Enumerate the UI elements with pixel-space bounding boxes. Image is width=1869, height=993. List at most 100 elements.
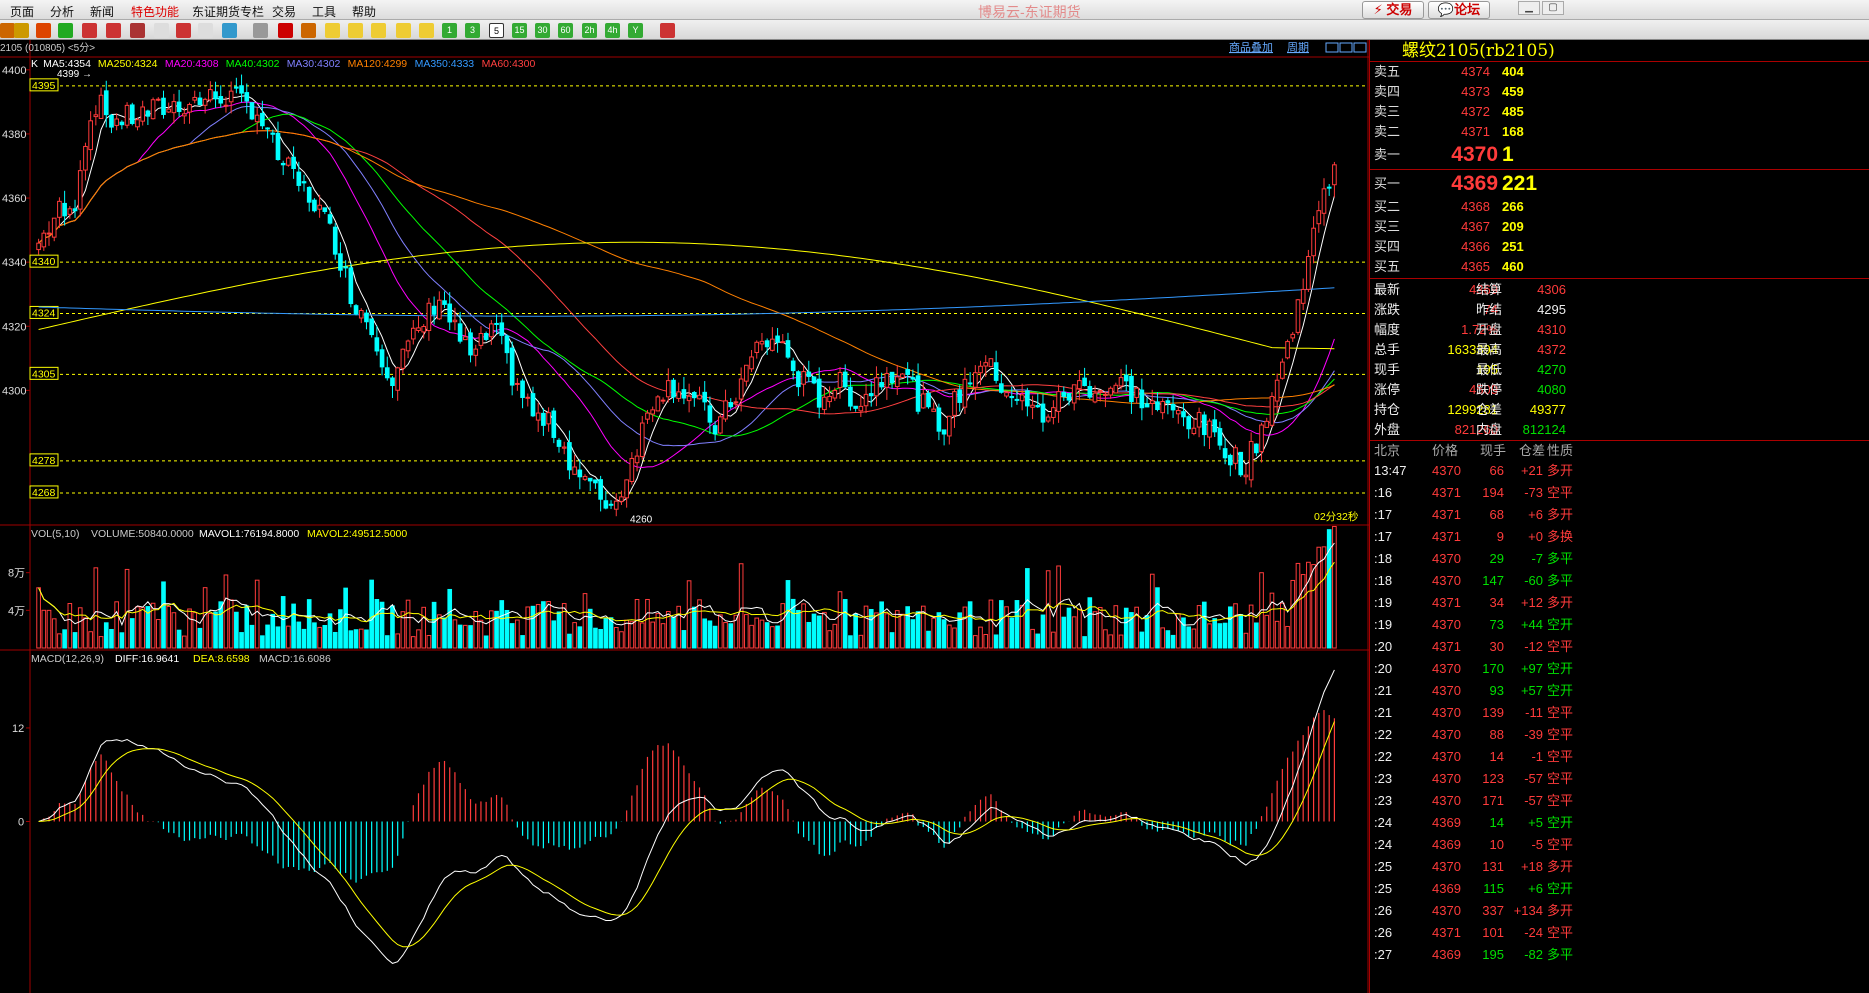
candle-body (842, 371, 848, 388)
ask-1-row[interactable]: 卖一 4370 1 (1370, 142, 1869, 168)
overlay-link[interactable]: 商品叠加 (1229, 40, 1273, 54)
volume-bar (749, 624, 754, 649)
zoom-out-icon[interactable] (1325, 42, 1339, 53)
menu-item-trade[interactable]: 交易 (272, 3, 296, 20)
ask-row[interactable]: 卖五 4374 404 (1370, 62, 1869, 82)
zoom-in-icon[interactable] (1353, 42, 1367, 53)
year-icon[interactable] (419, 23, 434, 38)
volume-bar (1066, 607, 1072, 649)
fit-icon[interactable] (1339, 42, 1353, 53)
volume-bar (353, 629, 359, 649)
line-chart-icon[interactable] (278, 23, 293, 38)
candle-body (775, 335, 780, 343)
volume-bar (1061, 616, 1067, 649)
volume-bar (884, 613, 890, 649)
ma-label: MA30:4302 (287, 58, 341, 70)
candle-body (1025, 390, 1030, 407)
open-icon[interactable] (14, 23, 29, 38)
candle-body (712, 425, 718, 435)
minimize-icon[interactable]: ▁ (1518, 1, 1540, 15)
volume-bar (1045, 570, 1051, 649)
quote-icon[interactable] (36, 23, 51, 38)
stat-row: 现手 195 最低 4270 (1370, 360, 1869, 380)
tick-time: :24 (1374, 815, 1393, 830)
ask-price: 4372 (1461, 104, 1490, 119)
calc-icon[interactable] (660, 23, 675, 38)
period-60-button[interactable]: 60 (558, 23, 573, 38)
menu-item-analysis[interactable]: 分析 (50, 3, 74, 20)
tick-nature: 多开 (1547, 903, 1574, 918)
candle-body (967, 382, 973, 385)
candle-body (208, 89, 213, 101)
period-link[interactable]: 周期 (1287, 41, 1309, 54)
bid-row[interactable]: 买二 4368 266 (1370, 197, 1869, 217)
period-1-button[interactable]: 1 (442, 23, 457, 38)
stat-row: 总手 1633394 最高 4372 (1370, 340, 1869, 360)
candle-body (306, 186, 312, 203)
period-15-button[interactable]: 15 (512, 23, 527, 38)
candle-body (1051, 407, 1056, 418)
bid-row[interactable]: 买五 4365 460 (1370, 257, 1869, 277)
tick-row: :19 4370 73 +44 空开 (1370, 614, 1869, 636)
menu-item-column[interactable]: 东证期货专栏 (192, 3, 264, 20)
period-year-button[interactable]: Y (628, 23, 643, 38)
quarter-icon[interactable] (396, 23, 411, 38)
menu-item-tools[interactable]: 工具 (312, 3, 336, 20)
volume-bar (999, 600, 1004, 649)
period-3-button[interactable]: 3 (465, 23, 480, 38)
stat-row: 最新 4369 结算 4306 (1370, 280, 1869, 300)
draw-icon[interactable] (130, 23, 145, 38)
table-icon[interactable] (253, 23, 268, 38)
bid-row[interactable]: 买三 4367 209 (1370, 217, 1869, 237)
zoom-out-icon[interactable] (106, 23, 121, 38)
stat-value: 812124 (1522, 422, 1566, 437)
ask-row[interactable]: 卖三 4372 485 (1370, 102, 1869, 122)
tick-time: :22 (1374, 749, 1393, 764)
candle-body (978, 365, 983, 374)
maximize-icon[interactable]: ▢ (1542, 1, 1564, 15)
refresh-icon[interactable] (58, 23, 73, 38)
candle-body (1149, 400, 1155, 404)
candle-body (593, 479, 598, 484)
vol-header-label: MAVOL2:49512.5000 (307, 528, 407, 540)
menu-item-news[interactable]: 新闻 (90, 3, 114, 20)
period-4h-button[interactable]: 4h (605, 23, 620, 38)
tick-chart-icon[interactable] (301, 23, 316, 38)
filter-icon[interactable] (198, 23, 213, 38)
candle-body (114, 118, 119, 126)
back-icon[interactable] (0, 23, 15, 38)
candle-body (1165, 400, 1171, 404)
stat-label: 涨跌 (1374, 302, 1401, 317)
forum-button[interactable]: 💬论坛 (1428, 1, 1490, 19)
period-2h-button[interactable]: 2h (582, 23, 597, 38)
menu-item-features[interactable]: 特色功能 (131, 3, 179, 20)
candle-body (150, 99, 156, 120)
tick-oi-change: -1 (1531, 749, 1543, 764)
indicator-icon[interactable] (176, 23, 191, 38)
tick-volume: 139 (1482, 705, 1504, 720)
period-5-button[interactable]: 5 (489, 23, 504, 38)
tick-nature: 空平 (1547, 771, 1574, 786)
eraser-icon[interactable] (154, 23, 169, 38)
bid-row[interactable]: 买四 4366 251 (1370, 237, 1869, 257)
month-icon[interactable] (371, 23, 386, 38)
bid-1-row[interactable]: 买一 4369 221 (1370, 171, 1869, 197)
ma-label: MA120:4299 (348, 58, 408, 70)
new-icon[interactable] (222, 23, 237, 38)
ask-label: 卖三 (1374, 104, 1401, 119)
ask-row[interactable]: 卖四 4373 459 (1370, 82, 1869, 102)
ask-row[interactable]: 卖二 4371 168 (1370, 122, 1869, 142)
zoom-in-icon[interactable] (82, 23, 97, 38)
week-icon[interactable] (348, 23, 363, 38)
day-icon[interactable] (325, 23, 340, 38)
kline-chart[interactable]: 2105 (010805) <5分> 商品叠加 周期K MA5:4354 MA250:4… (0, 40, 1369, 993)
tick-row: :26 4370 337 +134 多开 (1370, 900, 1869, 922)
period-30-button[interactable]: 30 (535, 23, 550, 38)
tick-oi-change: +21 (1520, 463, 1543, 478)
menu-item-help[interactable]: 帮助 (352, 3, 376, 20)
candle-body (572, 466, 577, 475)
trade-button[interactable]: ⚡ 交易 (1362, 1, 1424, 19)
candle-body (483, 333, 489, 340)
menu-item-page[interactable]: 页面 (10, 3, 34, 20)
tick-nature: 空平 (1547, 639, 1574, 654)
